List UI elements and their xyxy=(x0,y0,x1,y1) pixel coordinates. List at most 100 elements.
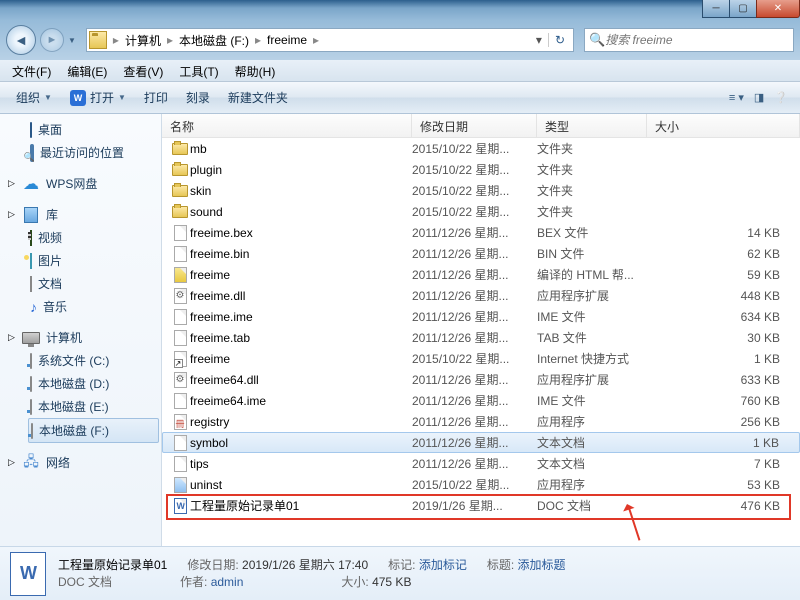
toolbar-organize[interactable]: 组织▼ xyxy=(8,85,60,110)
file-row[interactable]: freeime64.ime2011/12/26 星期...IME 文件760 K… xyxy=(162,390,800,411)
file-row[interactable]: freeime2015/10/22 星期...Internet 快捷方式1 KB xyxy=(162,348,800,369)
toolbar-open[interactable]: W打开▼ xyxy=(62,85,134,110)
music-icon: ♪ xyxy=(30,299,37,315)
file-row[interactable]: uninst2015/10/22 星期...应用程序53 KB xyxy=(162,474,800,495)
file-size: 62 KB xyxy=(647,247,800,261)
file-row[interactable]: sound2015/10/22 星期...文件夹 xyxy=(162,201,800,222)
search-input[interactable] xyxy=(605,33,789,47)
sidebar-drive-d[interactable]: 本地磁盘 (D:) xyxy=(0,372,161,395)
sidebar-drive-f[interactable]: 本地磁盘 (F:) xyxy=(28,418,159,443)
sidebar-libraries[interactable]: ▷库 xyxy=(0,203,161,226)
file-name: skin xyxy=(190,184,412,198)
file-name: mb xyxy=(190,142,412,156)
file-type: 编译的 HTML 帮... xyxy=(537,266,647,283)
video-icon xyxy=(30,230,32,246)
sidebar-network[interactable]: ▷🖧网络 xyxy=(0,451,161,474)
file-date: 2011/12/26 星期... xyxy=(412,224,537,241)
sidebar-music[interactable]: ♪音乐 xyxy=(0,295,161,318)
menu-edit[interactable]: 编辑(E) xyxy=(59,60,115,81)
file-row[interactable]: 工程量原始记录单012019/1/26 星期...DOC 文档476 KB xyxy=(162,495,800,516)
file-date: 2015/10/22 星期... xyxy=(412,350,537,367)
history-dropdown-icon[interactable]: ▼ xyxy=(68,36,76,45)
toolbar-newfolder[interactable]: 新建文件夹 xyxy=(220,85,296,110)
help-icon[interactable]: ❔ xyxy=(774,91,788,104)
file-row[interactable]: symbol2011/12/26 星期...文本文档1 KB xyxy=(162,432,800,453)
menu-view[interactable]: 查看(V) xyxy=(115,60,171,81)
file-row[interactable]: freeime.bin2011/12/26 星期...BIN 文件62 KB xyxy=(162,243,800,264)
file-type: 应用程序 xyxy=(537,476,647,493)
file-type: 文件夹 xyxy=(537,161,647,178)
header-name[interactable]: 名称 xyxy=(162,114,412,137)
file-icon xyxy=(174,393,187,409)
menu-help[interactable]: 帮助(H) xyxy=(227,60,284,81)
file-type: 文本文档 xyxy=(537,434,647,451)
sidebar-drive-e[interactable]: 本地磁盘 (E:) xyxy=(0,395,161,418)
maximize-button[interactable]: ▢ xyxy=(729,0,757,18)
file-row[interactable]: mb2015/10/22 星期...文件夹 xyxy=(162,138,800,159)
menu-file[interactable]: 文件(F) xyxy=(4,60,59,81)
file-date: 2011/12/26 星期... xyxy=(412,392,537,409)
file-size: 256 KB xyxy=(647,415,800,429)
sidebar-wps[interactable]: ▷☁WPS网盘 xyxy=(0,172,161,195)
file-row[interactable]: freeime.ime2011/12/26 星期...IME 文件634 KB xyxy=(162,306,800,327)
breadcrumb-folder[interactable]: freeime xyxy=(263,33,311,47)
search-box[interactable]: 🔍 xyxy=(584,28,794,52)
toolbar-print[interactable]: 打印 xyxy=(136,85,176,110)
file-date: 2015/10/22 星期... xyxy=(412,140,537,157)
header-size[interactable]: 大小 xyxy=(647,114,800,137)
file-size: 760 KB xyxy=(647,394,800,408)
file-name: freeime.tab xyxy=(190,331,412,345)
title-bar: ─ ▢ ✕ xyxy=(0,0,800,20)
close-button[interactable]: ✕ xyxy=(756,0,800,18)
file-size: 1 KB xyxy=(647,352,800,366)
file-date: 2015/10/22 星期... xyxy=(412,476,537,493)
sidebar-pictures[interactable]: 图片 xyxy=(0,249,161,272)
view-mode-icon[interactable]: ≡ ▾ xyxy=(729,91,744,104)
file-row[interactable]: tips2011/12/26 星期...文本文档7 KB xyxy=(162,453,800,474)
file-icon xyxy=(174,435,187,451)
forward-button[interactable]: ► xyxy=(40,28,64,52)
minimize-button[interactable]: ─ xyxy=(702,0,730,18)
breadcrumb-drive[interactable]: 本地磁盘 (F:) xyxy=(175,32,253,49)
file-icon xyxy=(174,225,187,241)
sidebar-videos[interactable]: 视频 xyxy=(0,226,161,249)
file-name: freeime.dll xyxy=(190,289,412,303)
file-row[interactable]: plugin2015/10/22 星期...文件夹 xyxy=(162,159,800,180)
file-row[interactable]: freeime.dll2011/12/26 星期...应用程序扩展448 KB xyxy=(162,285,800,306)
header-date[interactable]: 修改日期 xyxy=(412,114,537,137)
folder-icon xyxy=(89,31,107,49)
sidebar-drive-c[interactable]: 系统文件 (C:) xyxy=(0,349,161,372)
toolbar-burn[interactable]: 刻录 xyxy=(178,85,218,110)
folder-icon xyxy=(172,206,188,218)
reg-icon xyxy=(174,414,187,430)
file-type: 文件夹 xyxy=(537,140,647,157)
sidebar-desktop[interactable]: 桌面 xyxy=(0,118,161,141)
file-name: freeime.ime xyxy=(190,310,412,324)
folder-icon xyxy=(172,164,188,176)
sidebar-documents[interactable]: 文档 xyxy=(0,272,161,295)
word-doc-icon xyxy=(10,552,46,596)
address-bar[interactable]: ▸ 计算机 ▸ 本地磁盘 (F:) ▸ freeime ▸ ▾ ↻ xyxy=(86,28,574,52)
refresh-icon[interactable]: ↻ xyxy=(548,33,571,47)
header-type[interactable]: 类型 xyxy=(537,114,647,137)
menu-tools[interactable]: 工具(T) xyxy=(171,60,226,81)
file-date: 2011/12/26 星期... xyxy=(412,266,537,283)
file-row[interactable]: registry2011/12/26 星期...应用程序256 KB xyxy=(162,411,800,432)
file-row[interactable]: freeime.tab2011/12/26 星期...TAB 文件30 KB xyxy=(162,327,800,348)
file-name: plugin xyxy=(190,163,412,177)
file-name: freeime64.ime xyxy=(190,394,412,408)
breadcrumb-computer[interactable]: 计算机 xyxy=(121,32,165,49)
exe-icon xyxy=(174,477,187,493)
sidebar-computer[interactable]: ▷计算机 xyxy=(0,326,161,349)
preview-pane-icon[interactable]: ◨ xyxy=(754,91,764,104)
file-row[interactable]: freeime.bex2011/12/26 星期...BEX 文件14 KB xyxy=(162,222,800,243)
computer-icon xyxy=(22,332,40,344)
file-icon xyxy=(174,246,187,262)
sidebar-recent[interactable]: 最近访问的位置 xyxy=(0,141,161,164)
address-dropdown-icon[interactable]: ▾ xyxy=(530,33,548,47)
back-button[interactable]: ◄ xyxy=(6,25,36,55)
file-row[interactable]: freeime2011/12/26 星期...编译的 HTML 帮...59 K… xyxy=(162,264,800,285)
file-row[interactable]: skin2015/10/22 星期...文件夹 xyxy=(162,180,800,201)
file-name: 工程量原始记录单01 xyxy=(190,497,412,514)
file-row[interactable]: freeime64.dll2011/12/26 星期...应用程序扩展633 K… xyxy=(162,369,800,390)
